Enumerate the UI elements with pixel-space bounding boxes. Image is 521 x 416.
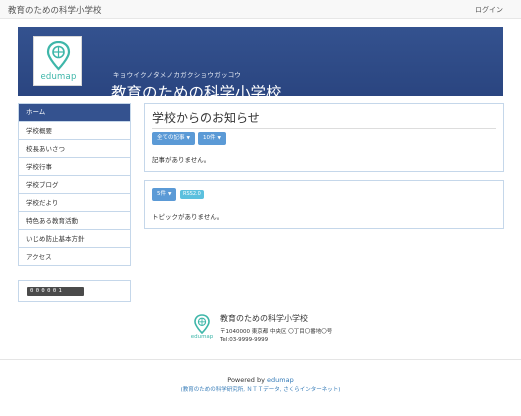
footer-address: 〒1040000 東京都 中央区 〇丁目〇番地〇号 xyxy=(220,329,333,335)
powered-by: Powered by edumap xyxy=(0,376,521,384)
powered-by-prefix: Powered by xyxy=(227,376,265,384)
sidebar-item-anti-bullying[interactable]: いじめ防止基本方針 xyxy=(19,229,130,247)
sidebar-menu: ホーム 学校概要 校長あいさつ 学校行事 学校ブログ 学校だより 特色ある教育活… xyxy=(18,103,131,266)
edumap-link[interactable]: edumap xyxy=(267,376,294,384)
news-divider xyxy=(152,128,496,129)
school-name-kana: キョウイクノタメノカガクショウガッコウ xyxy=(113,71,242,79)
footer-school-name: 教育のための科学小学校 xyxy=(220,314,308,323)
sponsor-links[interactable]: (教育のための科学研究所, ＮＴＴデータ, さくらインターネット) xyxy=(0,385,521,393)
navbar-brand[interactable]: 教育のための科学小学校 xyxy=(8,4,102,16)
footer-tel: Tel:03-9999-9999 xyxy=(220,337,269,343)
school-name-title: 教育のための科学小学校 xyxy=(111,84,282,102)
map-pin-icon xyxy=(194,314,210,334)
sidebar-item-activities[interactable]: 特色ある教育活動 xyxy=(19,211,130,229)
footer-contact: 教育のための科学小学校 〒1040000 東京都 中央区 〇丁目〇番地〇号 Te… xyxy=(220,313,332,343)
chevron-down-icon: ▼ xyxy=(186,136,190,141)
sidebar-item-greeting[interactable]: 校長あいさつ xyxy=(19,139,130,157)
news-count-dropdown[interactable]: 10件 ▼ xyxy=(198,132,226,145)
news-count-label: 10件 xyxy=(203,135,216,141)
login-link[interactable]: ログイン xyxy=(475,5,503,15)
access-counter-digits: 000001 xyxy=(30,288,65,294)
topics-count-dropdown[interactable]: 5件 ▼ xyxy=(152,188,177,201)
sidebar-item-blog[interactable]: 学校ブログ xyxy=(19,175,130,193)
chevron-down-icon: ▼ xyxy=(217,136,221,141)
top-navbar: 教育のための科学小学校 ログイン xyxy=(0,0,521,19)
edumap-logo[interactable]: edumap xyxy=(33,36,82,86)
all-articles-dropdown[interactable]: 全ての記事 ▼ xyxy=(152,132,195,145)
logo-wordmark: edumap xyxy=(40,72,77,82)
footer-logo: edumap xyxy=(188,314,216,342)
news-empty-message: 記事がありません。 xyxy=(152,156,211,164)
footer-logo-wordmark: edumap xyxy=(190,334,214,340)
rss-link[interactable]: RSS2.0 xyxy=(180,190,204,199)
topics-panel: 5件 ▼ RSS2.0 トピックがありません。 xyxy=(144,180,504,229)
school-banner: edumap キョウイクノタメノカガクショウガッコウ 教育のための科学小学校 xyxy=(18,27,503,102)
sidebar-item-events[interactable]: 学校行事 xyxy=(19,157,130,175)
topics-count-label: 5件 xyxy=(157,191,166,197)
sidebar-item-access[interactable]: アクセス xyxy=(19,247,130,265)
sidebar-item-overview[interactable]: 学校概要 xyxy=(19,121,130,139)
news-panel: 学校からのお知らせ 全ての記事 ▼ 10件 ▼ 記事がありません。 xyxy=(144,103,504,172)
access-counter-box: 000001 xyxy=(18,280,131,302)
sidebar-item-newsletter[interactable]: 学校だより xyxy=(19,193,130,211)
sidebar-item-home[interactable]: ホーム xyxy=(19,104,130,121)
access-counter: 000001 xyxy=(27,287,84,296)
map-pin-icon xyxy=(46,41,71,71)
all-articles-label: 全ての記事 xyxy=(157,135,185,141)
chevron-down-icon: ▼ xyxy=(168,192,172,197)
footer-divider xyxy=(0,359,521,360)
topics-empty-message: トピックがありません。 xyxy=(152,213,224,221)
news-title: 学校からのお知らせ xyxy=(152,111,260,125)
